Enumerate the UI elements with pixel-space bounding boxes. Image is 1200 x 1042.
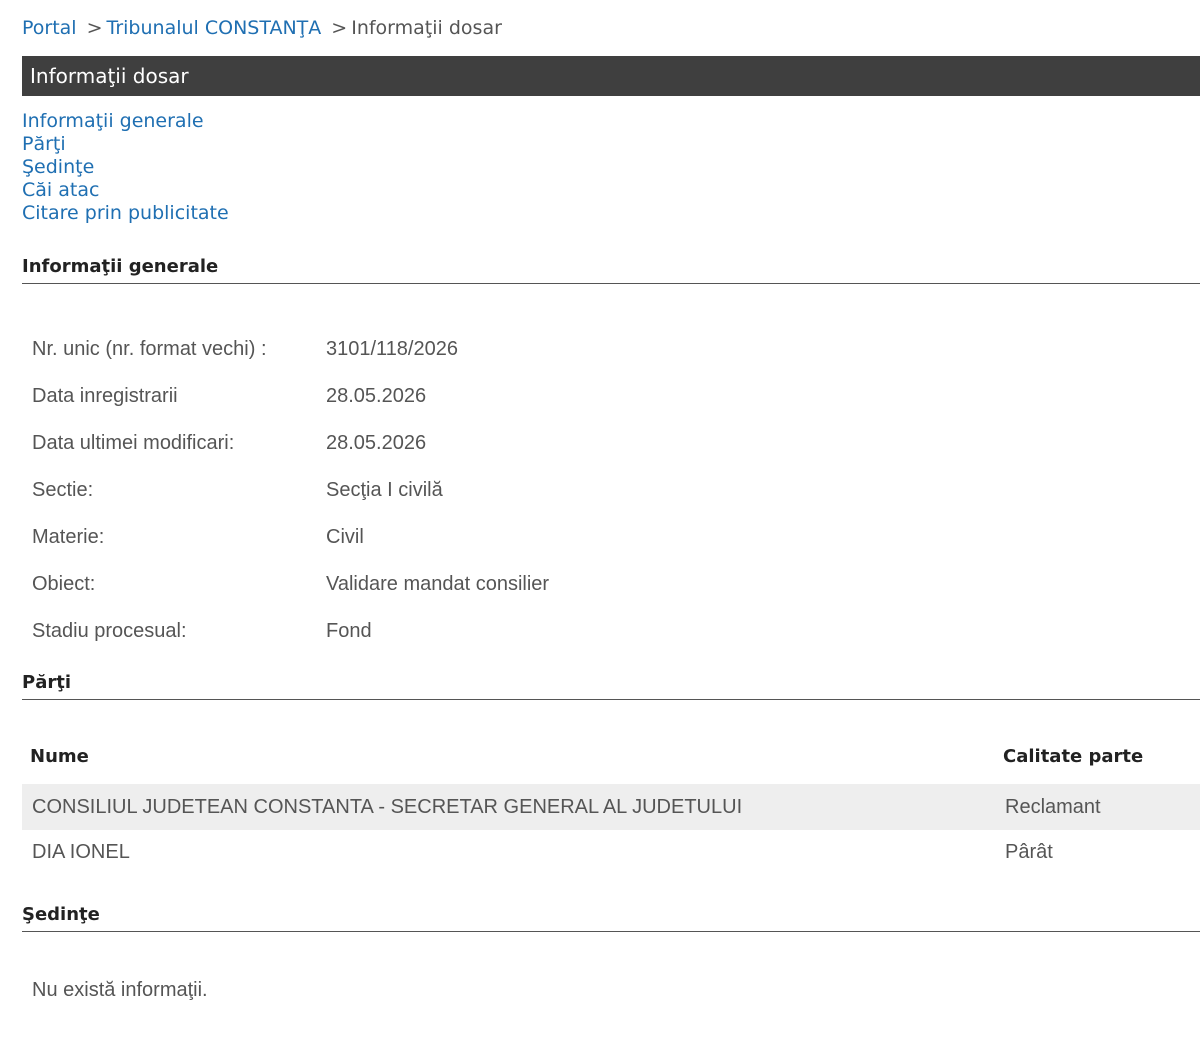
info-value: Civil <box>326 526 364 548</box>
party-name: DIA IONEL <box>32 841 130 863</box>
info-row-obiect: Obiect: Validare mandat consilier <box>32 561 549 608</box>
info-value: 3101/118/2026 <box>326 338 458 360</box>
info-row-stadiu-procesual: Stadiu procesual: Fond <box>32 608 549 655</box>
column-header-nume: Nume <box>30 746 89 767</box>
breadcrumb: Portal > Tribunalul CONSTANŢA > Informaţii d… <box>22 16 502 40</box>
section-heading-sedinte: Şedinţe <box>22 904 1200 932</box>
table-row: CONSILIUL JUDETEAN CONSTANTA - SECRETAR … <box>22 784 1200 830</box>
info-label: Materie: <box>32 526 105 548</box>
breadcrumb-portal-link[interactable]: Portal <box>22 17 77 39</box>
info-label: Data inregistrarii <box>32 385 178 407</box>
nav-link-informatii-generale[interactable]: Informaţii generale <box>22 110 229 133</box>
info-value: Secţia I civilă <box>326 479 443 501</box>
column-header-calitate-parte: Calitate parte <box>1003 746 1144 767</box>
breadcrumb-current: Informaţii dosar <box>351 17 502 39</box>
info-value: 28.05.2026 <box>326 385 427 407</box>
info-row-nr-unic: Nr. unic (nr. format vechi) : 3101/118/2… <box>32 326 549 373</box>
general-info-table: Nr. unic (nr. format vechi) : 3101/118/2… <box>32 326 549 655</box>
info-value: 28.05.2026 <box>326 432 427 454</box>
section-nav: Informaţii generale Părţi Şedinţe Căi at… <box>22 110 229 225</box>
info-value: Fond <box>326 620 372 642</box>
party-role: Pârât <box>1005 841 1053 863</box>
section-heading-parti: Părţi <box>22 672 1200 700</box>
nav-link-parti[interactable]: Părţi <box>22 133 229 156</box>
info-row-sectie: Sectie: Secţia I civilă <box>32 467 549 514</box>
nav-link-sedinte[interactable]: Şedinţe <box>22 156 229 179</box>
breadcrumb-court-link[interactable]: Tribunalul CONSTANŢA <box>107 17 322 39</box>
info-label: Data ultimei modificari: <box>32 432 235 454</box>
info-row-data-inregistrarii: Data inregistrarii 28.05.2026 <box>32 373 549 420</box>
nav-link-cai-atac[interactable]: Căi atac <box>22 179 229 202</box>
party-role: Reclamant <box>1005 796 1101 818</box>
breadcrumb-separator: > <box>331 17 348 39</box>
sedinte-empty-message: Nu există informaţii. <box>32 979 208 1001</box>
section-heading-informatii-generale: Informaţii generale <box>22 256 1200 284</box>
info-label: Stadiu procesual: <box>32 620 187 642</box>
table-row: DIA IONEL Pârât <box>22 830 1200 876</box>
info-row-materie: Materie: Civil <box>32 514 549 561</box>
info-label: Sectie: <box>32 479 94 501</box>
info-row-data-ultimei-modificari: Data ultimei modificari: 28.05.2026 <box>32 420 549 467</box>
info-value: Validare mandat consilier <box>326 573 550 595</box>
page-title: Informaţii dosar <box>22 56 1200 96</box>
info-label: Obiect: <box>32 573 96 595</box>
breadcrumb-separator: > <box>86 17 103 39</box>
info-label: Nr. unic (nr. format vechi) : <box>32 338 267 360</box>
nav-link-citare-prin-publicitate[interactable]: Citare prin publicitate <box>22 202 229 225</box>
parti-table-header: Nume Calitate parte <box>22 742 1200 774</box>
party-name: CONSILIUL JUDETEAN CONSTANTA - SECRETAR … <box>32 796 743 818</box>
